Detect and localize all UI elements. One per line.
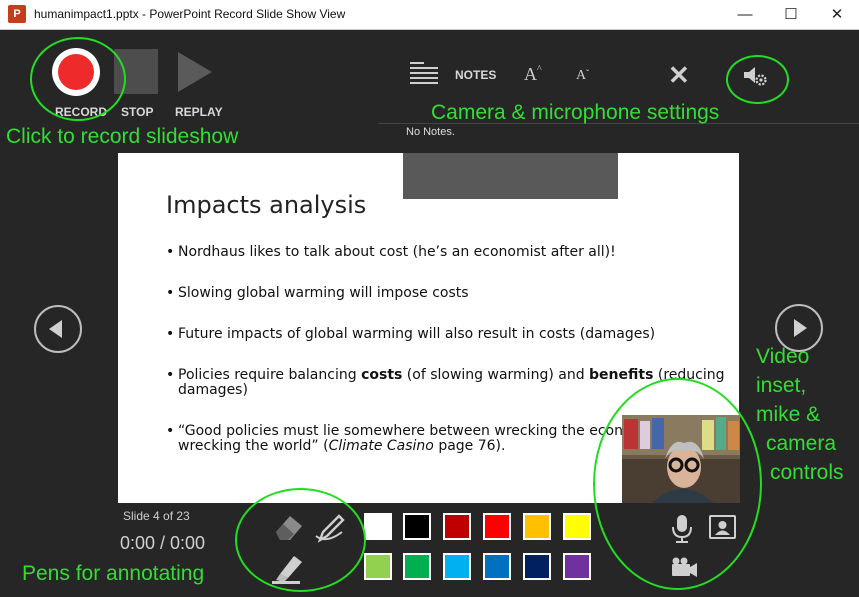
pen-color-swatch[interactable]	[483, 553, 511, 580]
record-icon	[58, 54, 94, 90]
bullet-item: Future impacts of global warming will al…	[166, 327, 726, 343]
recording-timer: 0:00 / 0:00	[120, 533, 206, 553]
pen-color-swatch[interactable]	[523, 553, 551, 580]
webcam-image	[622, 415, 740, 503]
replay-button[interactable]	[178, 52, 212, 92]
pen-icon[interactable]	[312, 510, 348, 546]
video-inset	[622, 415, 740, 503]
stop-button[interactable]	[114, 49, 158, 94]
font-increase-icon[interactable]: A^	[524, 64, 542, 85]
slide-counter: Slide 4 of 23	[123, 509, 190, 523]
bullet-item: Slowing global warming will impose costs	[166, 286, 726, 302]
next-slide-button[interactable]	[775, 304, 823, 352]
close-window-button[interactable]: ✕	[814, 0, 859, 29]
notes-separator	[378, 123, 859, 124]
prev-slide-button[interactable]	[34, 305, 82, 353]
font-decrease-icon[interactable]: Aˇ	[576, 68, 589, 84]
record-label: RECORD	[55, 105, 108, 119]
settings-icon[interactable]	[742, 63, 768, 89]
record-button[interactable]	[52, 48, 100, 96]
notes-button[interactable]: NOTES	[455, 68, 496, 82]
bullet-item: Nordhaus likes to talk about cost (he’s …	[166, 245, 726, 261]
replay-label: REPLAY	[175, 105, 223, 119]
pen-color-swatch[interactable]	[364, 513, 392, 540]
pen-color-swatch[interactable]	[403, 553, 431, 580]
annotation-video-line: controls	[770, 461, 844, 484]
video-camera-icon[interactable]	[668, 557, 698, 579]
pen-color-swatch[interactable]	[443, 513, 471, 540]
annotation-video-line: inset,	[756, 374, 807, 397]
pen-color-swatch[interactable]	[563, 553, 591, 580]
pen-color-swatch[interactable]	[563, 513, 591, 540]
annotation-video-line: camera	[766, 432, 837, 455]
slide-title: Impacts analysis	[166, 191, 367, 219]
highlighter-icon[interactable]	[270, 550, 306, 584]
window-title: humanimpact1.pptx - PowerPoint Record Sl…	[34, 7, 346, 21]
bullet-item: Policies require balancing costs (of slo…	[166, 368, 726, 398]
eraser-icon[interactable]	[272, 510, 308, 544]
pen-color-swatch[interactable]	[403, 513, 431, 540]
microphone-icon[interactable]	[670, 514, 694, 544]
notes-icon[interactable]	[410, 62, 438, 88]
notes-text: No Notes.	[406, 126, 455, 138]
pen-color-swatch[interactable]	[523, 513, 551, 540]
annotation-record: Click to record slideshow	[6, 125, 239, 148]
next-slide-icon	[794, 319, 807, 337]
minimize-button[interactable]: —	[722, 0, 768, 29]
pen-color-swatch[interactable]	[483, 513, 511, 540]
slide-placeholder-block	[403, 153, 618, 199]
stop-label: STOP	[121, 105, 154, 119]
annotation-video-line: mike &	[756, 403, 821, 426]
maximize-button[interactable]: ☐	[768, 0, 814, 29]
title-bar: P humanimpact1.pptx - PowerPoint Record …	[0, 0, 859, 30]
camera-toggle-icon[interactable]	[709, 515, 736, 539]
pen-color-swatch[interactable]	[443, 553, 471, 580]
annotation-pens: Pens for annotating	[22, 562, 205, 585]
exit-icon[interactable]: ✕	[668, 60, 690, 91]
powerpoint-icon: P	[8, 5, 26, 23]
prev-slide-icon	[49, 320, 62, 338]
pen-color-swatch[interactable]	[364, 553, 392, 580]
